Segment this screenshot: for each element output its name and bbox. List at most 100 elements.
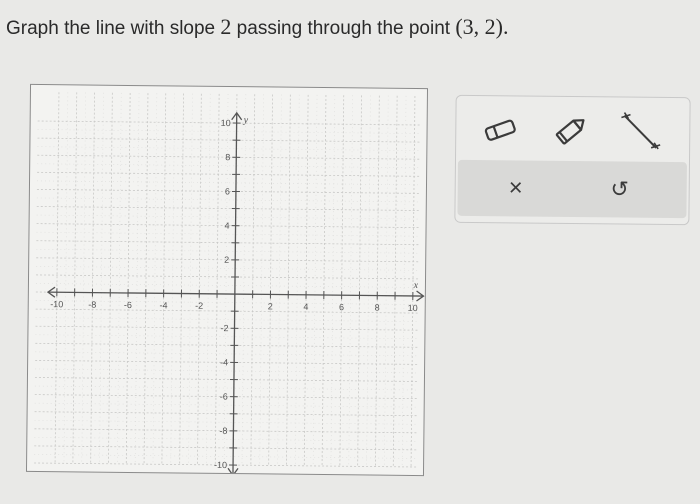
grid-line-vertical [375,95,380,468]
x-tick-label: 6 [339,302,344,312]
y-axis-label: y [243,115,249,126]
grid-line-minor [35,351,418,357]
grid-line-vertical [90,92,95,465]
x-tick-label: -4 [159,300,167,310]
tool-panel: × ↺ [454,94,691,226]
x-tick-label: 4 [303,302,308,312]
grid-line-minor [36,231,419,237]
grid-line-minor [34,454,417,459]
graphing-area[interactable]: -10 -10 -8 -8 -6 -6 -4 -4 -2 -2 2 2 4 4 6 6 8 8 10 10 x y [25,83,429,477]
x-tick-label: -10 [50,299,63,309]
coordinate-plane[interactable]: -10 -10 -8 -8 -6 -6 -4 -4 -2 -2 2 2 4 4 6 6 8 8 10 10 x y [27,85,427,476]
grid-line-horizontal [36,274,419,280]
grid-line-minor [37,129,420,134]
drawing-tools [456,96,690,160]
grid-line-minor [37,163,420,169]
grid-line-minor [401,95,407,468]
grid-line-minor [241,94,247,467]
x-tick-label: 2 [268,301,273,311]
grid-line-minor [37,180,420,186]
question-text-middle: passing through the point [231,18,456,39]
grid-line-vertical [250,94,256,467]
grid-line-horizontal [36,206,419,211]
grid-line-minor [36,197,419,203]
grid-line-minor [81,92,86,465]
grid-line-minor [35,317,418,322]
grid-line-minor [36,266,419,271]
y-tick-label: 4 [225,221,230,231]
y-tick-label: 2 [224,255,229,265]
grid-line-vertical [179,93,184,466]
grid-line-minor [34,419,417,425]
action-bar: × ↺ [457,159,687,219]
grid-line-vertical [357,95,362,468]
question-prompt: Graph the line with slope 2 passing thro… [6,14,509,40]
line-tool-icon [621,112,661,150]
grid-line-minor [63,92,69,465]
y-tick-label: -10 [214,460,227,470]
grid-line-minor [348,95,353,468]
grid-line-minor [35,368,418,374]
grid-line-minor [152,93,158,466]
line-tool-button[interactable] [618,111,662,151]
grid-line-horizontal [34,411,417,417]
grid-line-vertical [339,95,345,468]
grid-line-minor [99,92,104,465]
eraser-icon [484,119,516,141]
grid-line-vertical [197,93,202,466]
grid-line-horizontal [34,445,417,451]
question-text-end: . [503,14,509,39]
grid-line-vertical [303,94,309,467]
grid-line-vertical [392,95,398,468]
y-tick-label: 6 [225,186,230,196]
pencil-icon [555,119,585,145]
x-tick-label: 10 [408,303,418,313]
grid-line-vertical [143,93,149,466]
x-tick-label: -8 [88,300,96,310]
grid-line-horizontal [37,137,420,143]
grid-line-minor [35,283,418,288]
y-tick-label: -4 [220,357,228,367]
grid-line-vertical [161,93,167,466]
grid-line-minor [188,93,193,466]
grid-line-minor [206,93,211,466]
grid-line-minor [295,94,300,467]
pencil-button[interactable] [548,111,592,151]
y-tick-label: -2 [220,323,228,333]
close-icon: × [508,174,523,202]
undo-button[interactable]: ↺ [599,169,639,209]
x-tick-label: -6 [124,300,132,310]
y-tick-label: -8 [219,426,227,436]
grid-line-minor [366,95,371,468]
grid-line-horizontal [35,308,418,314]
grid-line-horizontal [34,377,417,382]
clear-button[interactable]: × [495,168,535,208]
grid-line-minor [277,94,282,467]
grid-line-vertical [108,92,113,465]
slope-value: 2 [220,14,232,39]
grid-line-vertical [321,95,327,468]
grid-line-horizontal [37,171,420,177]
x-axis [47,291,424,297]
grid-line-vertical [72,92,78,465]
grid-line-minor [36,214,419,220]
grid-line-minor [117,92,122,465]
grid-line-vertical [286,94,291,467]
grid-line-minor [37,146,420,151]
y-tick-label: 8 [225,152,230,162]
grid-line-minor [134,93,140,466]
grid-line-minor [34,437,417,442]
eraser-button[interactable] [478,110,522,150]
grid-line-minor [223,93,229,466]
x-tick-label: 8 [375,303,380,313]
grid-line-minor [34,385,417,391]
point-value: (3, 2) [455,14,503,39]
grid-line-minor [384,95,389,468]
x-axis-label: x [413,280,419,291]
grid-line-horizontal [35,342,418,348]
x-tick-label: -2 [195,301,203,311]
grid-line-minor [330,95,336,468]
grid-line-minor [35,334,418,340]
grid-line-vertical [214,93,220,466]
grid-line-minor [36,248,419,254]
